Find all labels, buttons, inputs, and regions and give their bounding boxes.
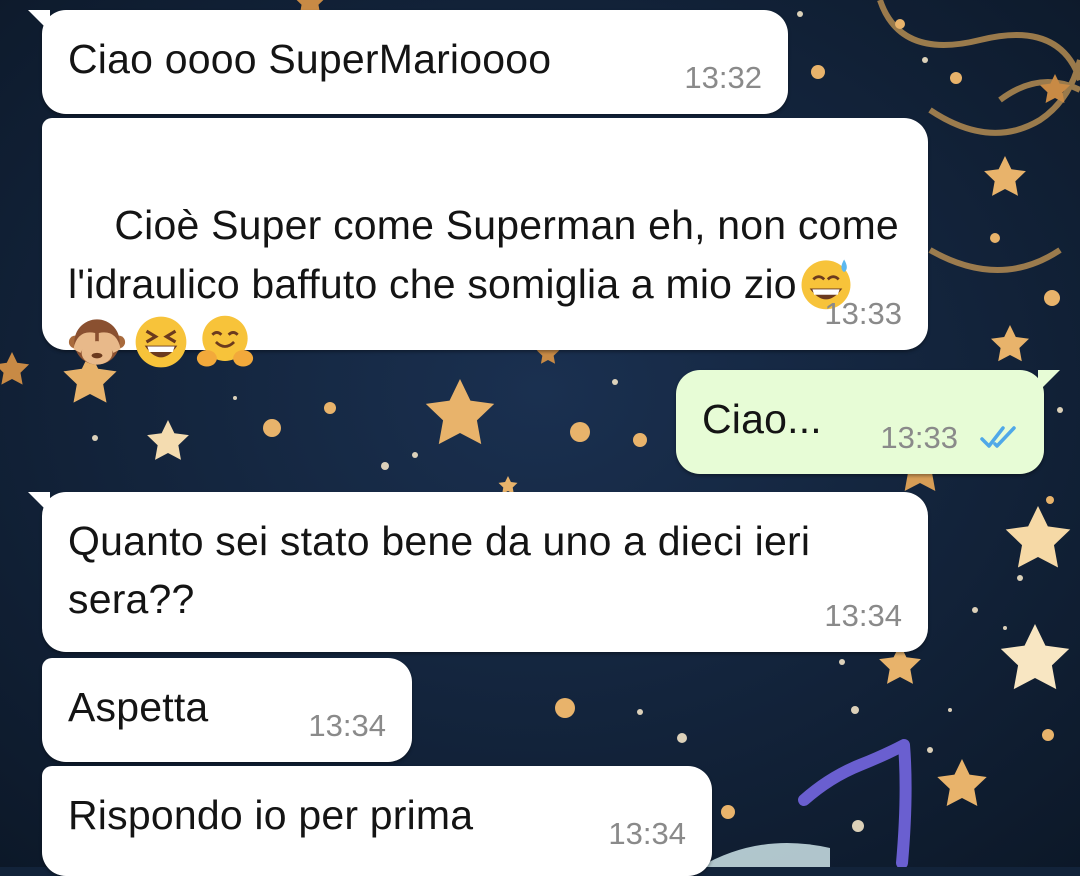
- message-text: Ciao oooo SuperMarioooo: [68, 36, 552, 82]
- message-timestamp: 13:32: [684, 60, 762, 95]
- message-text: Quanto sei stato bene da uno a dieci ier…: [68, 518, 822, 622]
- message-timestamp: 13:33: [824, 296, 902, 331]
- laughing-squinting-emoji: [135, 316, 187, 368]
- message-timestamp: 13:33: [880, 420, 958, 455]
- message-timestamp: 13:34: [608, 816, 686, 851]
- message-timestamp: 13:34: [824, 598, 902, 633]
- see-no-evil-monkey-emoji: [68, 319, 126, 365]
- bubble-tail: [28, 10, 50, 32]
- message-bubble-incoming[interactable]: Cioè Super come Superman eh, non come l'…: [42, 118, 928, 368]
- message-bubble-incoming[interactable]: Aspetta 13:34: [42, 658, 412, 762]
- message-timestamp: 13:34: [308, 708, 386, 743]
- message-text: Rispondo io per prima: [68, 792, 474, 838]
- message-text-content: Cioè Super come Superman eh, non come l'…: [68, 202, 911, 307]
- handwritten-number-one-annotation: [798, 739, 912, 867]
- message-text: Ciao...: [702, 396, 822, 442]
- read-double-check-icon: [980, 426, 1016, 448]
- hugging-face-emoji: [196, 315, 254, 367]
- message-text: Aspetta: [68, 684, 209, 730]
- message-bubble-outgoing[interactable]: Ciao... 13:33: [676, 370, 1060, 474]
- message-bubble-incoming[interactable]: Quanto sei stato bene da uno a dieci ier…: [28, 492, 928, 652]
- bubble-tail: [28, 492, 50, 514]
- bubble-tail: [1038, 370, 1060, 392]
- message-bubble-incoming[interactable]: Rispondo io per prima 13:34: [42, 766, 712, 876]
- message-bubble-incoming[interactable]: Ciao oooo SuperMarioooo 13:32: [28, 10, 788, 114]
